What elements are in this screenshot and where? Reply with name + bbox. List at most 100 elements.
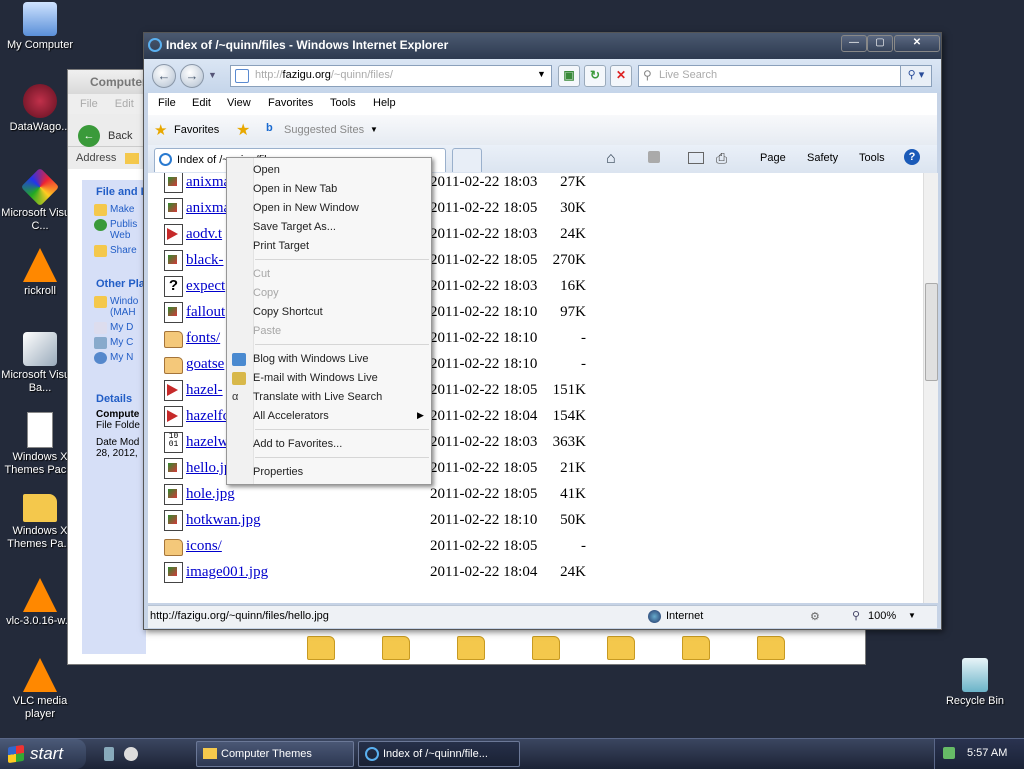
- explorer-menu-edit[interactable]: Edit: [115, 98, 134, 110]
- folder-icon[interactable]: [382, 636, 410, 660]
- place-windows[interactable]: Windo (MAH: [82, 294, 146, 320]
- file-link[interactable]: aodv.t: [186, 226, 222, 243]
- folder-icon: [203, 748, 217, 759]
- cm-open-new-window[interactable]: Open in New Window: [253, 202, 359, 214]
- stop-button[interactable]: ✕: [610, 65, 632, 87]
- menu-view[interactable]: View: [227, 97, 251, 109]
- forward-button[interactable]: →: [180, 64, 204, 88]
- task-internet-explorer[interactable]: Index of /~quinn/file...: [358, 741, 520, 767]
- clock[interactable]: 5:57 AM: [967, 747, 1007, 759]
- menu-file[interactable]: File: [158, 97, 176, 109]
- place-my-documents[interactable]: My D: [82, 320, 146, 335]
- desktop-icon-my-computer[interactable]: My Computer: [0, 2, 80, 52]
- cm-save-target[interactable]: Save Target As...: [253, 221, 336, 233]
- task-label: Computer Themes: [221, 748, 312, 760]
- suggested-sites-button[interactable]: Suggested Sites: [284, 124, 364, 136]
- cm-properties[interactable]: Properties: [253, 466, 303, 478]
- folder-icon[interactable]: [457, 636, 485, 660]
- search-button[interactable]: ⚲ ▾: [900, 65, 932, 87]
- vertical-scrollbar[interactable]: [923, 173, 938, 603]
- network-tray-icon[interactable]: [943, 747, 955, 759]
- task-publish-web[interactable]: Publis Web: [82, 217, 146, 243]
- desktop-icon-recycle-bin[interactable]: Recycle Bin: [935, 658, 1015, 708]
- computer-icon: [94, 337, 107, 349]
- windows-flag-icon: [8, 744, 24, 764]
- compatibility-button[interactable]: ▣: [558, 65, 580, 87]
- quicklaunch-media-icon[interactable]: [124, 747, 138, 761]
- home-icon[interactable]: ⌂: [606, 150, 616, 168]
- safety-menu[interactable]: Safety: [807, 152, 838, 164]
- task-make-folder[interactable]: Make: [82, 202, 146, 217]
- folder-icon[interactable]: [757, 636, 785, 660]
- menu-favorites[interactable]: Favorites: [268, 97, 313, 109]
- file-size: 24K: [560, 226, 586, 242]
- cm-add-to-favorites[interactable]: Add to Favorites...: [253, 438, 342, 450]
- page-menu[interactable]: Page: [760, 152, 786, 164]
- close-button[interactable]: ✕: [894, 35, 940, 52]
- task-share[interactable]: Share: [82, 243, 146, 258]
- new-tab-button[interactable]: [452, 148, 482, 172]
- scrollbar-thumb[interactable]: [925, 283, 938, 381]
- file-link[interactable]: hole.jpg: [186, 486, 235, 503]
- add-favorite-icon[interactable]: ★: [236, 120, 250, 140]
- folder-icon[interactable]: [307, 636, 335, 660]
- zoom-level[interactable]: 100%: [868, 610, 896, 622]
- cm-print-target[interactable]: Print Target: [253, 240, 309, 252]
- minimize-button[interactable]: —: [841, 35, 867, 52]
- task-computer-themes[interactable]: Computer Themes: [196, 741, 354, 767]
- file-link[interactable]: goatse: [186, 356, 224, 373]
- cm-open[interactable]: Open: [253, 164, 280, 176]
- address-dropdown-icon[interactable]: ▼: [537, 69, 546, 79]
- cm-open-new-tab[interactable]: Open in New Tab: [253, 183, 337, 195]
- cm-email-windows-live[interactable]: E-mail with Windows Live: [253, 372, 378, 384]
- task-label: Share: [110, 245, 137, 256]
- menu-tools[interactable]: Tools: [330, 97, 356, 109]
- file-link[interactable]: anixma: [186, 200, 230, 217]
- help-icon[interactable]: ?: [904, 149, 920, 165]
- cm-translate-live-search[interactable]: Translate with Live Search: [253, 391, 382, 403]
- maximize-button[interactable]: ▢: [867, 35, 893, 52]
- place-my-network[interactable]: My N: [82, 350, 146, 365]
- print-icon[interactable]: ⎙: [716, 150, 727, 167]
- history-dropdown-icon[interactable]: ▼: [208, 70, 217, 80]
- file-link[interactable]: expect: [186, 278, 225, 295]
- file-link[interactable]: hotkwan.jpg: [186, 512, 261, 529]
- start-button[interactable]: start: [0, 739, 86, 769]
- search-input[interactable]: ⚲ Live Search: [638, 65, 902, 87]
- feeds-icon[interactable]: [648, 151, 660, 163]
- read-mail-icon[interactable]: [688, 152, 704, 164]
- quicklaunch-show-desktop-icon[interactable]: [104, 747, 114, 761]
- folder-icon[interactable]: [682, 636, 710, 660]
- desktop-icon-vlc-player[interactable]: VLC media player: [0, 658, 80, 721]
- cm-all-accelerators[interactable]: All Accelerators: [253, 410, 329, 422]
- cm-blog-windows-live[interactable]: Blog with Windows Live: [253, 353, 369, 365]
- security-zone[interactable]: Internet: [666, 610, 703, 622]
- folder-icon[interactable]: [607, 636, 635, 660]
- desktop-icon-label: Recycle Bin: [945, 695, 1005, 707]
- tools-menu[interactable]: Tools: [859, 152, 885, 164]
- file-link[interactable]: hazel-: [186, 382, 223, 399]
- file-link[interactable]: black-: [186, 252, 223, 269]
- menu-help[interactable]: Help: [373, 97, 396, 109]
- back-button[interactable]: ←: [152, 64, 176, 88]
- refresh-button[interactable]: ↻: [584, 65, 606, 87]
- cm-copy-shortcut[interactable]: Copy Shortcut: [253, 306, 323, 318]
- file-link[interactable]: hazelfc: [186, 408, 229, 425]
- place-my-computer[interactable]: My C: [82, 335, 146, 350]
- file-link[interactable]: icons/: [186, 538, 222, 555]
- suggested-dropdown-icon[interactable]: ▼: [370, 125, 378, 134]
- address-bar[interactable]: http://fazigu.org/~quinn/files/ ▼: [230, 65, 552, 87]
- favorites-button[interactable]: Favorites: [174, 124, 219, 136]
- folder-icon: [94, 296, 107, 308]
- explorer-menu-file[interactable]: File: [80, 98, 98, 110]
- folder-icon[interactable]: [532, 636, 560, 660]
- file-link[interactable]: image001.jpg: [186, 564, 268, 581]
- file-link[interactable]: hazelw: [186, 434, 228, 451]
- file-link[interactable]: anixma: [186, 174, 230, 191]
- protected-mode-icon[interactable]: ⚙: [810, 610, 820, 623]
- ie-titlebar[interactable]: Index of /~quinn/files - Windows Interne…: [144, 33, 941, 59]
- file-link[interactable]: fallout: [186, 304, 225, 321]
- file-link[interactable]: fonts/: [186, 330, 220, 347]
- zoom-dropdown-icon[interactable]: ▼: [908, 611, 916, 620]
- menu-edit[interactable]: Edit: [192, 97, 211, 109]
